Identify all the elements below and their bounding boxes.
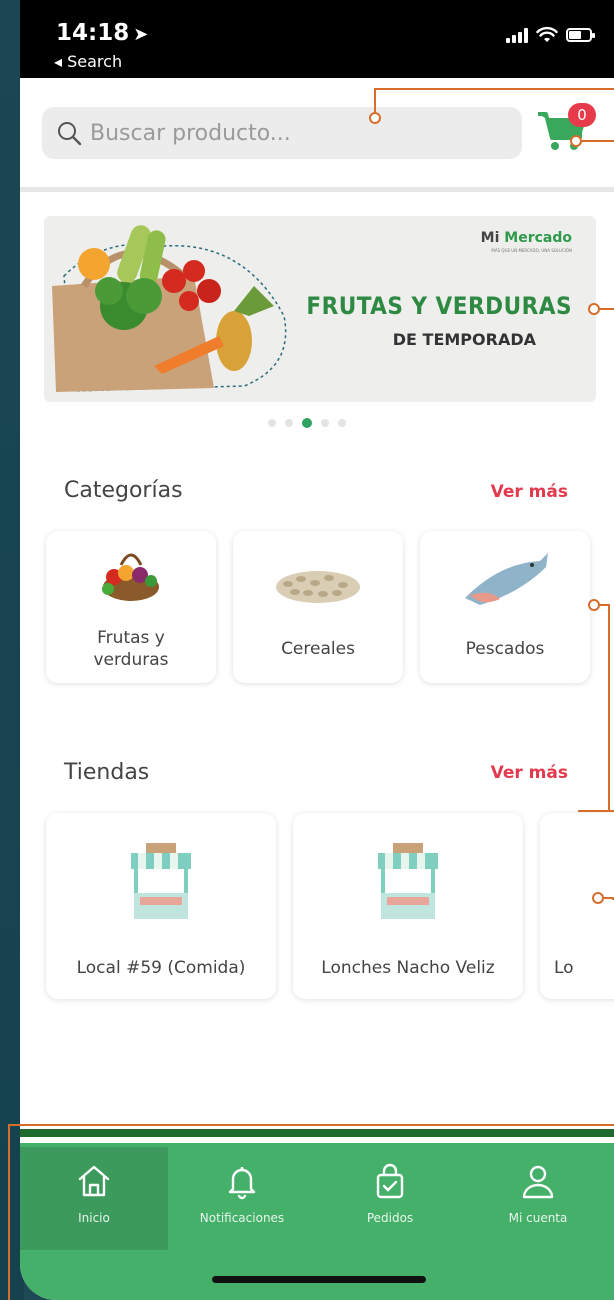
- callout-line: [8, 1124, 10, 1300]
- market-stall-icon: [378, 843, 438, 919]
- status-time: 14:18 ➤: [56, 20, 149, 46]
- nav-label: Mi cuenta: [508, 1211, 568, 1225]
- carousel-dot[interactable]: [268, 419, 276, 427]
- carousel-dot[interactable]: [285, 419, 293, 427]
- store-card[interactable]: Local #59 (Comida): [46, 813, 276, 999]
- category-label: Frutas y: [97, 628, 165, 648]
- callout-dot: [369, 112, 381, 124]
- nav-item-pedidos[interactable]: Pedidos: [316, 1147, 464, 1250]
- status-icons: [506, 26, 595, 44]
- callout-dot: [570, 135, 582, 147]
- nav-item-inicio[interactable]: Inicio: [20, 1147, 168, 1250]
- wifi-icon: [536, 26, 558, 42]
- phone-screen: 14:18➤ ◂ Search 0: [20, 0, 614, 1300]
- category-card-pescados[interactable]: Pescados: [420, 531, 590, 683]
- mi-mercado-logo: Mi Mercado: [480, 230, 572, 246]
- carousel-dot-active[interactable]: [302, 418, 312, 428]
- nav-label: Inicio: [78, 1211, 110, 1225]
- callout-line: [608, 604, 610, 812]
- category-label: Pescados: [465, 639, 545, 659]
- store-card[interactable]: Lonches Nacho Veliz: [293, 813, 523, 999]
- status-bar: 14:18 ➤ ◂ Search: [20, 0, 614, 78]
- fish-icon: [465, 553, 548, 605]
- categories-title: Categorías: [64, 478, 183, 503]
- callout-line: [598, 308, 614, 310]
- nav-item-mi-cuenta[interactable]: Mi cuenta: [464, 1147, 612, 1250]
- search-bar[interactable]: [42, 107, 522, 159]
- home-icon: [78, 1165, 110, 1197]
- user-icon: [522, 1165, 554, 1199]
- carousel-dot[interactable]: [338, 419, 346, 427]
- category-label: verduras: [93, 650, 169, 670]
- stores-see-more-link[interactable]: Ver más: [491, 763, 568, 783]
- market-stall-icon: [131, 843, 191, 919]
- callout-dot: [592, 892, 604, 904]
- fruit-basket-icon: [102, 553, 159, 601]
- store-name: Local #59 (Comida): [76, 958, 246, 978]
- category-card-frutas[interactable]: Frutas y verduras: [46, 531, 216, 683]
- categories-see-more-link[interactable]: Ver más: [491, 482, 568, 502]
- promo-banner[interactable]: Mi Mercado MÁS QUE UN MERCADO, UNA SOLUC…: [44, 216, 596, 402]
- battery-icon: [566, 28, 595, 42]
- callout-line: [578, 810, 614, 812]
- nav-label: Notificaciones: [199, 1211, 285, 1225]
- store-name: Lo: [554, 958, 574, 978]
- store-card[interactable]: Lo: [540, 813, 614, 999]
- callout-line: [374, 88, 614, 90]
- banner-subtitle: DE TEMPORADA: [392, 330, 536, 349]
- nav-top-stripe: [20, 1129, 614, 1137]
- signal-icon: [506, 27, 528, 43]
- callout-line: [8, 1124, 614, 1126]
- carousel-dot[interactable]: [321, 419, 329, 427]
- search-icon: [58, 122, 82, 146]
- logo-tagline: MÁS QUE UN MERCADO, UNA SOLUCIÓN: [491, 248, 572, 253]
- cart-count-badge: 0: [568, 103, 596, 127]
- stores-title: Tiendas: [64, 760, 150, 785]
- bell-icon: [228, 1167, 256, 1200]
- search-input[interactable]: [90, 120, 510, 146]
- home-indicator: [212, 1276, 426, 1283]
- banner-title: FRUTAS Y VERDURAS: [306, 292, 572, 320]
- callout-dot: [588, 303, 600, 315]
- callout-dot: [588, 599, 600, 611]
- nav-item-notificaciones[interactable]: Notificaciones: [168, 1147, 316, 1250]
- bag-icon: [376, 1163, 404, 1199]
- beans-icon: [276, 571, 360, 603]
- store-name: Lonches Nacho Veliz: [321, 958, 495, 978]
- callout-line: [580, 140, 614, 142]
- category-label: Cereales: [281, 639, 355, 659]
- grocery-bag-image: [52, 225, 299, 392]
- back-to-search-link[interactable]: ◂ Search: [54, 52, 122, 71]
- category-card-cereales[interactable]: Cereales: [233, 531, 403, 683]
- nav-label: Pedidos: [366, 1211, 414, 1225]
- location-arrow-icon: ➤: [133, 24, 149, 45]
- header-divider: [20, 187, 614, 192]
- carousel-dots[interactable]: [268, 418, 346, 428]
